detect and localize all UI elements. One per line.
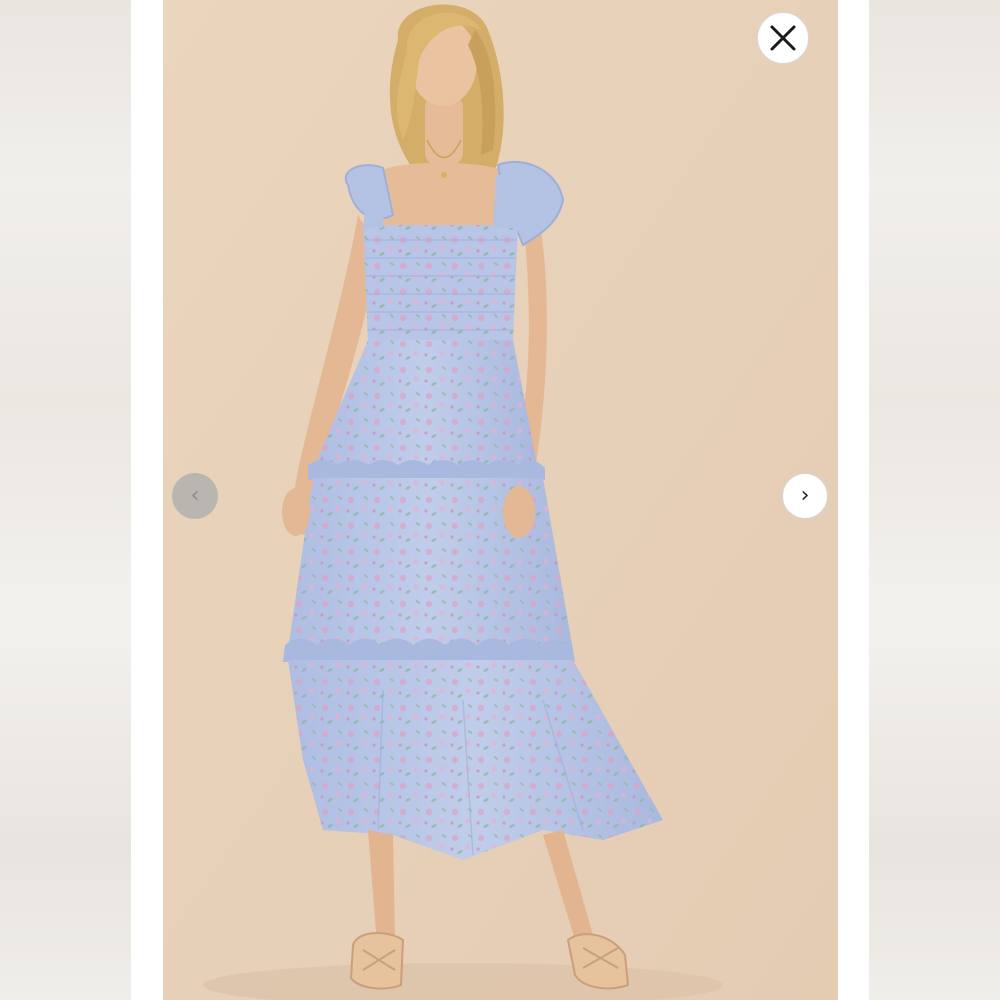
right-divider <box>867 0 869 1000</box>
next-image-button[interactable]: › <box>782 473 828 519</box>
left-blurred-backdrop <box>0 0 132 1000</box>
close-icon <box>770 25 796 51</box>
previous-image-button[interactable]: ‹ <box>172 473 218 519</box>
close-button[interactable] <box>757 12 809 64</box>
model-illustration <box>163 0 838 1000</box>
chevron-left-icon: ‹ <box>190 483 200 508</box>
product-photo <box>163 0 838 1000</box>
image-viewer: ‹ › <box>0 0 1000 1000</box>
chevron-right-icon: › <box>800 483 810 508</box>
right-blurred-backdrop <box>868 0 1000 1000</box>
left-divider <box>131 0 133 1000</box>
